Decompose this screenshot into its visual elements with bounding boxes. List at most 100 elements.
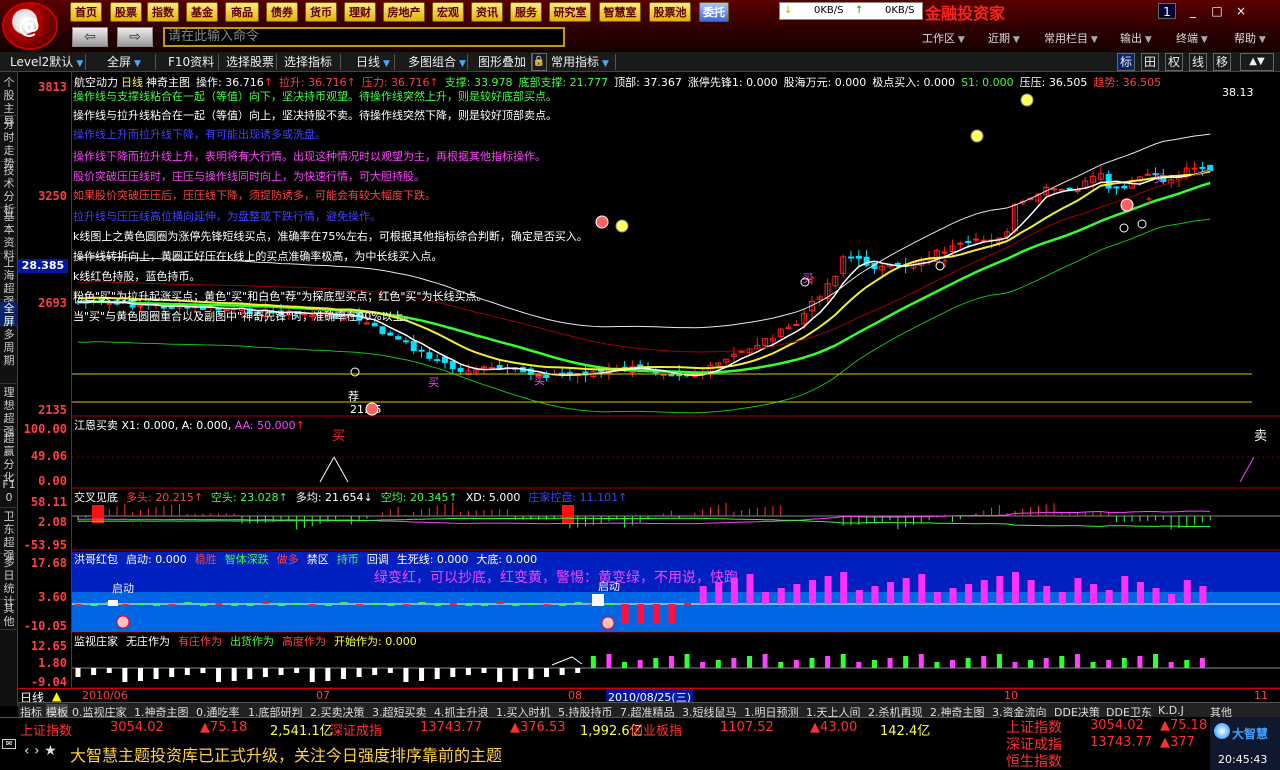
menu-button[interactable]: 首页 xyxy=(70,2,102,22)
right-menu-item[interactable]: 输出 ▼ xyxy=(1120,30,1152,46)
menu-button[interactable]: 委托 xyxy=(699,2,729,22)
left-tab[interactable]: 上海超强 xyxy=(0,256,18,308)
candle-body[interactable] xyxy=(488,367,495,370)
candle-body[interactable] xyxy=(1121,185,1128,189)
left-tab[interactable]: 卫东超强 xyxy=(0,510,18,562)
candle-body[interactable] xyxy=(668,374,675,377)
menu-button[interactable]: 智慧室 xyxy=(599,2,641,22)
command-input[interactable]: 请在此输入命令 xyxy=(163,27,565,47)
toolbar-item[interactable]: 选择股票 xyxy=(226,54,274,70)
left-tab[interactable]: F10 xyxy=(0,478,18,508)
left-tab[interactable]: 基本资料 xyxy=(0,210,18,262)
view-mode-icon[interactable]: 田 xyxy=(1141,53,1159,71)
scroll-arrows-icon[interactable]: ‹ › ★ xyxy=(24,743,57,759)
back-button[interactable]: ⇦ xyxy=(72,27,108,47)
toolbar-item[interactable]: 全屏 ▼ xyxy=(107,54,141,70)
smiley-icon[interactable] xyxy=(970,129,984,143)
candle-body[interactable] xyxy=(793,324,800,327)
candle-body[interactable] xyxy=(449,361,456,370)
right-menu-item[interactable]: 近期 ▼ xyxy=(988,30,1020,46)
right-menu-item[interactable]: 帮助 ▼ xyxy=(1234,30,1266,46)
left-tab[interactable]: 超赢分化 xyxy=(0,432,18,484)
candle-body[interactable] xyxy=(387,332,394,336)
close-button[interactable]: × xyxy=(1232,3,1250,19)
menu-button[interactable]: 基金 xyxy=(186,2,218,22)
candle-body[interactable] xyxy=(402,340,409,343)
toolbar-item[interactable]: 日线 ▼ xyxy=(356,54,390,70)
indicator-tab[interactable]: K.D.J xyxy=(1158,704,1184,717)
candle-body[interactable] xyxy=(426,352,433,359)
left-tab[interactable]: 技术分析 xyxy=(0,164,18,216)
candle-body[interactable] xyxy=(957,242,964,245)
help-badge[interactable]: 1 xyxy=(1158,3,1176,19)
candle-body[interactable] xyxy=(434,359,441,362)
minimize-button[interactable]: _ xyxy=(1184,3,1202,19)
toolbar-item[interactable]: Level2默认 ▼ xyxy=(10,54,83,70)
view-mode-icon[interactable]: 移 xyxy=(1213,53,1231,71)
candle-body[interactable] xyxy=(1074,190,1081,193)
nav-arrows-icon[interactable]: ▲▼ xyxy=(1240,53,1274,71)
candle-body[interactable] xyxy=(660,373,667,376)
left-tab[interactable]: 全屏 xyxy=(0,302,18,328)
menu-button[interactable]: 指数 xyxy=(147,2,179,22)
candle-body[interactable] xyxy=(941,251,948,254)
restore-button[interactable]: □ xyxy=(1208,3,1226,19)
toolbar-item[interactable]: 选择指标 xyxy=(284,54,332,70)
smiley-icon[interactable] xyxy=(595,215,609,229)
left-tab[interactable]: 理想超强 xyxy=(0,386,18,438)
menu-button[interactable]: 服务 xyxy=(510,2,542,22)
mail-icon[interactable]: ✉ xyxy=(2,739,16,749)
toolbar-item[interactable]: 常用指标 ▼ xyxy=(551,54,609,70)
forward-button[interactable]: ⇨ xyxy=(117,27,153,47)
candle-body[interactable] xyxy=(894,262,901,266)
right-menu-item[interactable]: 常用栏目 ▼ xyxy=(1044,30,1098,46)
menu-button[interactable]: 商品 xyxy=(225,2,259,22)
menu-button[interactable]: 股票 xyxy=(110,2,142,22)
menu-button[interactable]: 房地产 xyxy=(383,2,425,22)
candle-body[interactable] xyxy=(598,370,605,373)
candle-body[interactable] xyxy=(1207,164,1214,172)
smiley-icon[interactable] xyxy=(1020,93,1034,107)
view-mode-icon[interactable]: 线 xyxy=(1189,53,1207,71)
left-tab[interactable]: 多周期 xyxy=(0,328,18,384)
left-tab[interactable]: 分时走势 xyxy=(0,118,18,170)
candle-body[interactable] xyxy=(965,240,972,243)
candle-body[interactable] xyxy=(1058,189,1065,192)
toolbar-item[interactable]: 图形叠加 xyxy=(478,54,526,70)
right-menu-item[interactable]: 终端 ▼ xyxy=(1176,30,1208,46)
left-tab[interactable]: 多日统计 xyxy=(0,556,18,608)
lock-icon[interactable]: 🔒 xyxy=(531,53,547,71)
menu-button[interactable]: 理财 xyxy=(344,2,376,22)
menu-button[interactable]: 资讯 xyxy=(471,2,503,22)
toolbar-item[interactable]: 多图组合 ▼ xyxy=(408,54,466,70)
candle-body[interactable] xyxy=(1199,166,1206,169)
toolbar-item[interactable]: F10资料 xyxy=(168,54,214,70)
left-tab[interactable]: 个股主导 xyxy=(0,76,18,128)
candle-body[interactable] xyxy=(738,350,745,353)
candle-body[interactable] xyxy=(418,349,425,352)
menu-button[interactable]: 债券 xyxy=(266,2,298,22)
view-mode-icon[interactable]: 标 xyxy=(1117,53,1135,71)
candle-body[interactable] xyxy=(457,367,464,372)
candlestick-chart[interactable]: 买买买买荐38.1321.35↑↑↑买卖启动启动 xyxy=(72,72,1280,688)
smiley-icon[interactable] xyxy=(615,219,629,233)
right-menu-item[interactable]: 工作区 ▼ xyxy=(922,30,965,46)
view-mode-icon[interactable]: 权 xyxy=(1165,53,1183,71)
candle-body[interactable] xyxy=(1144,173,1151,176)
candle-body[interactable] xyxy=(379,326,386,335)
candle-body[interactable] xyxy=(1051,188,1058,191)
candle-body[interactable] xyxy=(848,256,855,259)
menu-button[interactable]: 宏观 xyxy=(432,2,464,22)
menu-button[interactable]: 股票池 xyxy=(649,2,691,22)
candle-body[interactable] xyxy=(395,336,402,340)
candle-body[interactable] xyxy=(1191,167,1198,170)
menu-button[interactable]: 研究室 xyxy=(549,2,591,22)
menu-button[interactable]: 货币 xyxy=(305,2,337,22)
candle-body[interactable] xyxy=(855,255,862,259)
app-logo[interactable]: @ xyxy=(2,2,58,50)
news-text[interactable]: 大智慧主题投资库已正式升级，关注今日强度排序靠前的主题 xyxy=(70,742,502,766)
candle-body[interactable] xyxy=(137,305,144,308)
candle-body[interactable] xyxy=(1113,186,1120,189)
candle-body[interactable] xyxy=(972,238,979,241)
smiley-icon[interactable] xyxy=(1120,198,1134,212)
